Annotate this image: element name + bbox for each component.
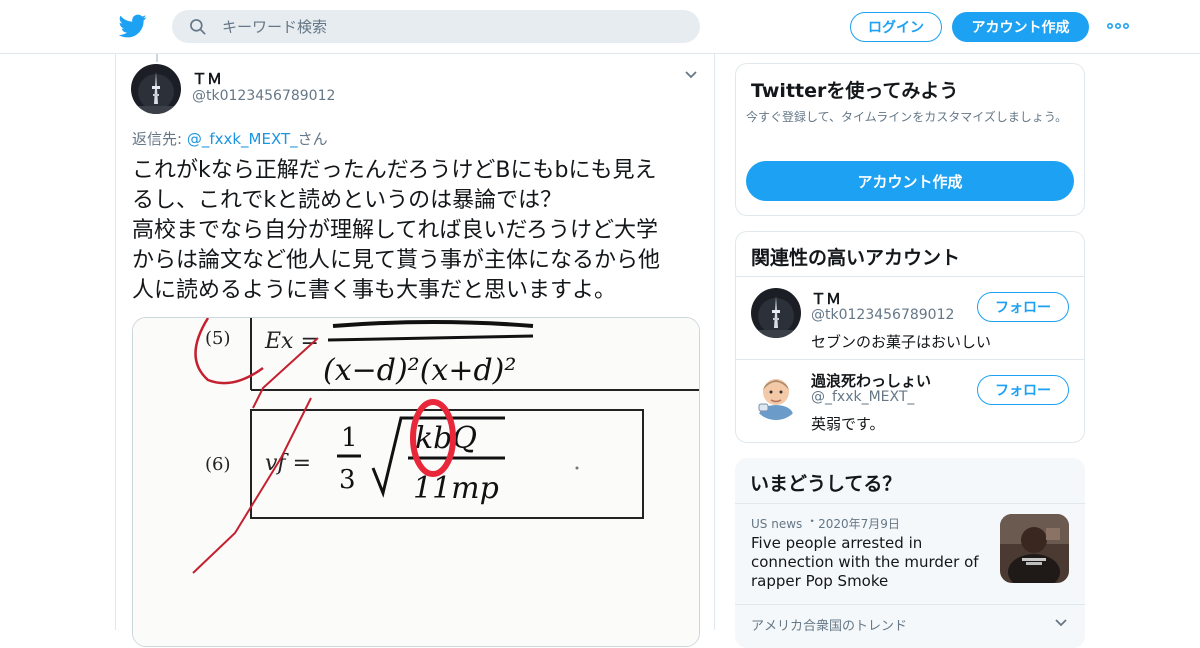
reply-to-link[interactable]: @_fxxk_MEXT_ bbox=[187, 130, 298, 148]
whats-happening-card: いまどうしてる？ US news ・2020年7月9日 Five people … bbox=[735, 458, 1085, 648]
news-source: US news bbox=[751, 517, 803, 531]
handwritten-answer-sheet: (5) Ex = (x−d)²(x+d)² (6) vf = 1 3 kbQ 1… bbox=[133, 318, 699, 646]
separator-dot: ・ bbox=[806, 514, 819, 528]
news-headline[interactable]: Five people arrested in connection with … bbox=[751, 534, 991, 591]
person-illustration-avatar-icon bbox=[751, 370, 801, 420]
tweet-text-line: 高校までなら自分が理解してれば良いだろうけど大学 bbox=[132, 218, 659, 243]
news-date: 2020年7月9日 bbox=[818, 517, 900, 531]
fraction-denominator: 3 bbox=[339, 465, 356, 495]
root-denominator: 11mp bbox=[413, 471, 499, 506]
skytree-avatar-icon bbox=[751, 288, 801, 338]
search-bar[interactable] bbox=[172, 10, 700, 43]
login-button[interactable]: ログイン bbox=[850, 12, 942, 42]
tweet-column: ＴＭ @tk0123456789012 返信先: @_fxxk_MEXT_さん … bbox=[115, 54, 715, 647]
tweet-text-line: からは論文など他人に見て貰う事が主体になるから他 bbox=[132, 248, 661, 273]
ex-label: Ex = bbox=[264, 329, 319, 354]
chevron-down-icon[interactable] bbox=[1054, 618, 1068, 627]
skytree-avatar-icon bbox=[131, 64, 181, 114]
question-6-label: (6) bbox=[205, 454, 231, 475]
follow-button[interactable]: フォロー bbox=[977, 375, 1069, 405]
divider bbox=[735, 604, 1085, 605]
avatar[interactable] bbox=[131, 64, 181, 114]
tweet-author-name[interactable]: ＴＭ bbox=[192, 68, 222, 89]
avatar[interactable] bbox=[751, 288, 801, 338]
thread-connector bbox=[156, 54, 158, 62]
reply-suffix: さん bbox=[297, 130, 328, 148]
more-options-icon[interactable] bbox=[1106, 19, 1130, 33]
formula-5-denominator: (x−d)²(x+d)² bbox=[323, 353, 516, 388]
tweet-text-line: 人に読めるように書く事も大事だと思いますよ。 bbox=[132, 278, 617, 303]
divider bbox=[735, 503, 1085, 504]
signup-button[interactable]: アカウント作成 bbox=[952, 12, 1089, 42]
news-thumbnail[interactable] bbox=[1000, 514, 1069, 583]
signup-card: Twitterを使ってみよう 今すぐ登録して、タイムラインをカスタマイズしましょ… bbox=[735, 63, 1085, 216]
search-input[interactable] bbox=[222, 17, 662, 36]
twitter-logo-icon[interactable] bbox=[118, 12, 148, 40]
account-handle[interactable]: @_fxxk_MEXT_ bbox=[811, 389, 914, 405]
related-accounts-title: 関連性の高いアカウント bbox=[751, 247, 961, 269]
signup-card-title: Twitterを使ってみよう bbox=[751, 80, 959, 102]
news-meta: US news ・2020年7月9日 bbox=[751, 514, 900, 532]
top-header: ログイン アカウント作成 bbox=[0, 0, 1200, 54]
question-5-label: (5) bbox=[205, 328, 231, 349]
tweet-text-line: これがkなら正解だったんだろうけどBにもbにも見え bbox=[132, 158, 657, 183]
account-handle[interactable]: @tk0123456789012 bbox=[811, 307, 954, 323]
search-icon bbox=[190, 18, 206, 35]
divider bbox=[736, 276, 1084, 277]
signup-card-subtitle: 今すぐ登録して、タイムラインをカスタマイズしましょう。 bbox=[746, 110, 1068, 124]
tweet-text-line: るし、これでkと読めというのは暴論では？ bbox=[132, 188, 563, 213]
trend-location: アメリカ合衆国のトレンド bbox=[751, 619, 908, 634]
fraction-numerator: 1 bbox=[341, 423, 358, 453]
follow-button[interactable]: フォロー bbox=[977, 292, 1069, 322]
reply-prefix: 返信先: bbox=[132, 130, 187, 148]
tweet-author-handle[interactable]: @tk0123456789012 bbox=[192, 88, 335, 104]
chevron-down-icon[interactable] bbox=[684, 70, 698, 80]
news-photo-icon bbox=[1000, 514, 1069, 583]
signup-card-button[interactable]: アカウント作成 bbox=[746, 161, 1074, 201]
avatar[interactable] bbox=[751, 370, 801, 420]
account-bio: 英弱です。 bbox=[811, 415, 885, 433]
tweet-media-image[interactable]: (5) Ex = (x−d)²(x+d)² (6) vf = 1 3 kbQ 1… bbox=[132, 317, 700, 647]
account-name[interactable]: 過浪死わっしょい bbox=[811, 370, 931, 391]
whats-happening-title: いまどうしてる？ bbox=[750, 473, 902, 495]
related-accounts-card: 関連性の高いアカウント ＴＭ @tk0123456789012 セブンのお菓子は… bbox=[735, 231, 1085, 443]
account-name[interactable]: ＴＭ bbox=[811, 288, 841, 309]
tweet-text: これがkなら正解だったんだろうけどBにもbにも見え るし、これでkと読めというの… bbox=[132, 156, 702, 306]
divider bbox=[736, 359, 1084, 360]
account-bio: セブンのお菓子はおいしい bbox=[811, 333, 992, 351]
root-numerator: kbQ bbox=[415, 421, 477, 456]
reply-context: 返信先: @_fxxk_MEXT_さん bbox=[132, 128, 328, 149]
